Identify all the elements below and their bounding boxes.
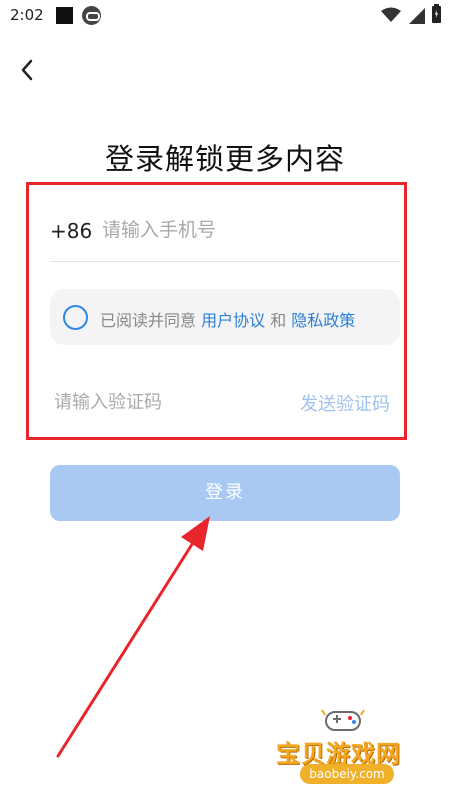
watermark: 宝贝游戏网 baobeiy.com <box>270 706 430 798</box>
gamepad-icon <box>321 709 365 731</box>
annotation-arrow <box>56 516 210 758</box>
watermark-url: baobeiy.com <box>300 764 394 784</box>
